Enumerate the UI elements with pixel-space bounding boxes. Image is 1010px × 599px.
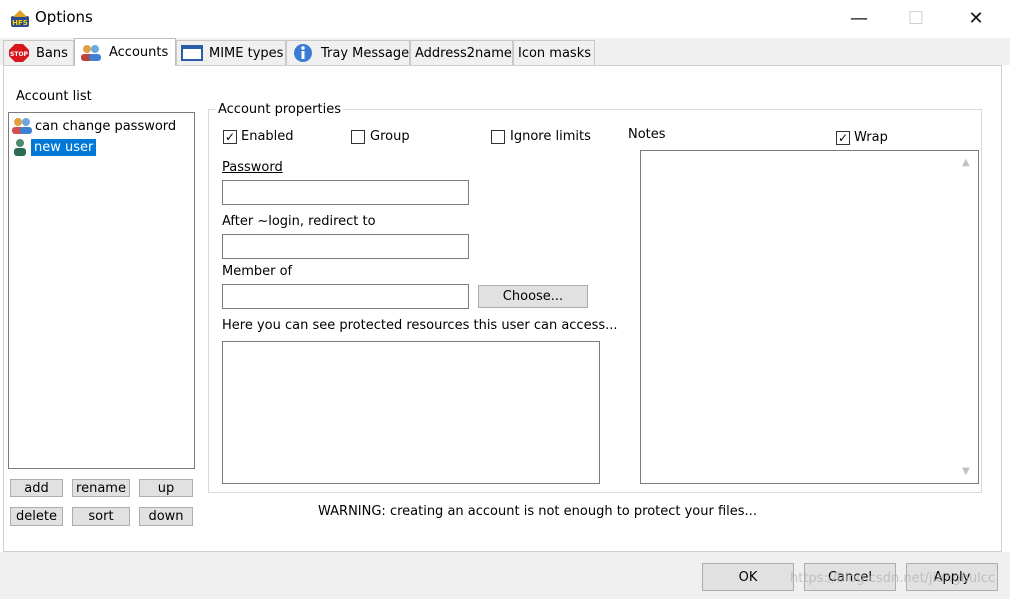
list-item-label: new user xyxy=(31,138,97,156)
minimize-icon: — xyxy=(850,7,868,29)
password-label: Password xyxy=(222,160,283,175)
group-check-icon xyxy=(351,129,365,144)
svg-text:HFS: HFS xyxy=(12,19,28,27)
ok-button[interactable]: OK xyxy=(702,563,794,591)
scroll-down-icon[interactable]: ▼ xyxy=(962,466,970,477)
delete-button[interactable]: delete xyxy=(10,507,63,526)
tab-tray-message-label: Tray Message xyxy=(321,45,410,61)
enabled-checkbox[interactable]: ✓ Enabled xyxy=(223,129,294,144)
info-icon xyxy=(291,43,315,63)
redirect-field[interactable] xyxy=(222,234,469,259)
rename-button[interactable]: rename xyxy=(72,479,130,497)
member-of-field[interactable] xyxy=(222,284,469,309)
close-button[interactable]: ✕ xyxy=(953,0,999,36)
notes-scrollbar[interactable]: ▲ ▼ xyxy=(958,151,978,483)
add-button[interactable]: add xyxy=(10,479,63,497)
down-button[interactable]: down xyxy=(139,507,193,526)
stop-icon: STOP xyxy=(8,43,30,63)
group-checkbox[interactable]: Group xyxy=(351,129,410,144)
list-item-selected[interactable]: new user xyxy=(11,137,97,157)
up-button[interactable]: up xyxy=(139,479,193,497)
user-icon xyxy=(11,138,29,156)
notes-textarea[interactable]: ▲ ▼ xyxy=(640,150,979,484)
sort-button[interactable]: sort xyxy=(72,507,130,526)
tab-address2name[interactable]: Address2name xyxy=(410,40,513,65)
maximize-button[interactable]: ☐ xyxy=(893,0,939,36)
list-item[interactable]: can change password xyxy=(11,116,176,136)
wrap-label: Wrap xyxy=(854,130,888,145)
tab-mime-types[interactable]: MIME types xyxy=(176,40,286,65)
tab-accounts-label: Accounts xyxy=(109,45,169,60)
window-title: Options xyxy=(35,8,93,26)
resources-label: Here you can see protected resources thi… xyxy=(222,318,618,333)
account-properties-label: Account properties xyxy=(216,102,343,117)
tab-tray-message[interactable]: Tray Message xyxy=(286,40,410,65)
group-label: Group xyxy=(370,129,410,144)
warning-text: WARNING: creating an account is not enou… xyxy=(318,504,757,519)
password-field[interactable] xyxy=(222,180,469,205)
account-list-label: Account list xyxy=(16,89,92,104)
tab-bans-label: Bans xyxy=(36,45,68,61)
window-icon xyxy=(181,45,203,61)
scroll-up-icon[interactable]: ▲ xyxy=(962,157,970,168)
list-item-label: can change password xyxy=(35,118,177,134)
maximize-icon: ☐ xyxy=(907,7,925,29)
enabled-label: Enabled xyxy=(241,129,294,144)
hfs-app-icon: HFS xyxy=(9,7,31,29)
account-list[interactable]: can change password new user xyxy=(8,112,195,469)
notes-label: Notes xyxy=(628,127,666,142)
ignore-limits-label: Ignore limits xyxy=(510,129,591,144)
close-icon: ✕ xyxy=(968,7,984,29)
watermark-text: https://blog.csdn.net/jiangbulcc xyxy=(790,571,996,586)
tab-icon-masks[interactable]: Icon masks xyxy=(513,40,595,65)
users-icon xyxy=(79,44,103,62)
redirect-label: After ~login, redirect to xyxy=(222,214,376,229)
wrap-checkbox[interactable]: ✓ Wrap xyxy=(836,130,888,145)
member-of-label: Member of xyxy=(222,264,293,279)
ignore-limits-checkbox[interactable]: Ignore limits xyxy=(491,129,591,144)
wrap-check-icon: ✓ xyxy=(836,130,850,145)
ignore-limits-check-icon xyxy=(491,129,505,144)
tab-address2name-label: Address2name xyxy=(415,45,512,61)
tab-bans[interactable]: STOP Bans xyxy=(3,40,74,65)
tab-accounts[interactable]: Accounts xyxy=(74,38,176,66)
resources-list[interactable] xyxy=(222,341,600,484)
enabled-check-icon: ✓ xyxy=(223,129,237,144)
tab-icon-masks-label: Icon masks xyxy=(518,45,592,61)
svg-text:STOP: STOP xyxy=(10,51,29,58)
tab-mime-types-label: MIME types xyxy=(209,45,284,61)
choose-button[interactable]: Choose... xyxy=(478,285,588,308)
minimize-button[interactable]: — xyxy=(836,0,882,36)
group-icon xyxy=(11,117,33,135)
